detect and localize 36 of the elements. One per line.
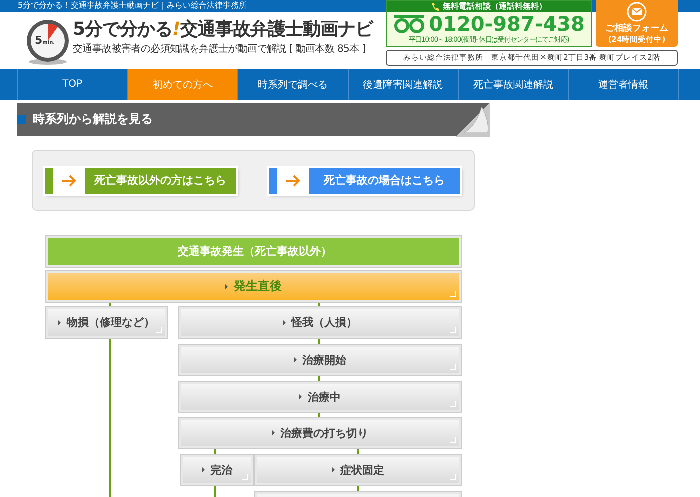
caret-icon: [225, 284, 228, 290]
section-title: 時系列から解説を見る: [33, 111, 153, 128]
flow-node[interactable]: 治療費の打ち切り: [179, 418, 461, 448]
nav-tab[interactable]: 時系列で調べる: [237, 69, 348, 100]
mail-icon: [627, 2, 647, 22]
choice-button[interactable]: 死亡事故の場合はこちら: [269, 168, 460, 194]
flow-node[interactable]: 症状固定: [255, 455, 461, 485]
flow-node[interactable]: 治療中: [179, 382, 461, 412]
site-title[interactable]: 5分で分かる!交通事故弁護士動画ナビ: [73, 18, 373, 42]
site-tagline: 5分で分かる！交通事故弁護士動画ナビ｜みらい総合法律事務所: [18, 1, 248, 10]
flow-node[interactable]: 物損（修理など）: [46, 307, 167, 338]
arrow-icon: [61, 174, 77, 186]
caret-icon: [332, 467, 334, 473]
flow-node[interactable]: 完治: [181, 455, 253, 485]
stopwatch-logo-icon: [25, 18, 71, 66]
caret-icon: [299, 394, 302, 400]
choice-button[interactable]: 死亡事故以外の方はこちら: [45, 168, 236, 194]
phone-heading: 無料電話相談（通話料無料）: [443, 1, 547, 12]
caret-icon: [272, 430, 274, 436]
square-icon: [17, 115, 26, 124]
page-curl-icon: [456, 103, 490, 137]
freedial-icon: [393, 14, 428, 34]
connector-line: [214, 485, 216, 497]
flow-node[interactable]: 怪我（人損）: [179, 307, 461, 338]
flow-node[interactable]: 治療開始: [179, 345, 461, 375]
caret-icon: [202, 467, 204, 473]
caret-icon: [294, 357, 296, 363]
caret-icon: [58, 320, 61, 326]
nav-tab[interactable]: 死亡事故関連解説: [458, 69, 568, 100]
phone-icon: [431, 2, 440, 12]
site-subtitle: 交通事故被害者の必須知識を弁護士が動画で解説 [ 動画本数 85本 ]: [73, 42, 367, 56]
phone-number[interactable]: 0120-987-438: [429, 12, 585, 36]
nav-tab[interactable]: 運営者情報: [568, 69, 680, 100]
nav-tab[interactable]: 後遺障害関連解説: [348, 69, 458, 100]
caret-icon: [282, 320, 286, 326]
arrow-icon: [285, 174, 301, 186]
